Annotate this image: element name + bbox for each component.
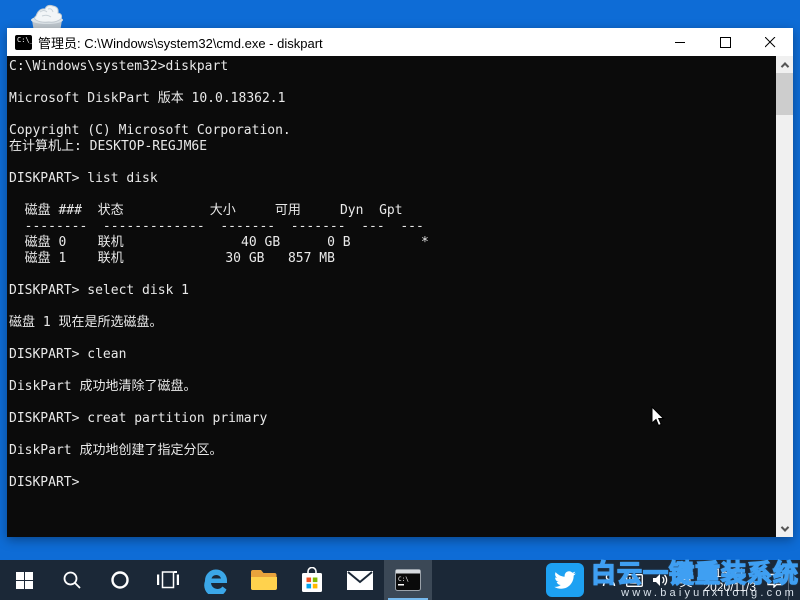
edge-icon [202, 566, 230, 594]
taskbar: C:\ 英 [0, 560, 800, 600]
windows-logo-icon [16, 572, 33, 589]
store-button[interactable] [288, 560, 336, 600]
clock[interactable]: 15:21 2020/11/3 [698, 566, 763, 594]
touch-keyboard-button[interactable] [621, 560, 648, 600]
volume-icon [653, 573, 669, 587]
system-tray: 英 15:21 2020/11/3 [597, 560, 794, 600]
console-line [9, 187, 775, 203]
console-line [9, 395, 775, 411]
console-line [9, 363, 775, 379]
chevron-up-icon [780, 62, 788, 70]
console-line: C:\Windows\system32>diskpart [9, 59, 775, 75]
console-line [9, 75, 775, 91]
maximize-button[interactable] [703, 28, 748, 56]
people-icon [602, 573, 616, 587]
console-scrollbar[interactable] [776, 56, 793, 537]
taskview-button[interactable] [144, 560, 192, 600]
volume-button[interactable] [648, 560, 674, 600]
show-desktop-button[interactable] [788, 560, 794, 600]
console-line [9, 107, 775, 123]
twitter-button[interactable] [546, 563, 584, 597]
console-text: C:\Windows\system32>diskpart Microsoft D… [9, 59, 775, 491]
start-button[interactable] [0, 560, 48, 600]
console-line: 在计算机上: DESKTOP-REGJM6E [9, 139, 775, 155]
cmd-icon: C:\ [395, 569, 421, 591]
console-output[interactable]: C:\Windows\system32>diskpart Microsoft D… [7, 56, 793, 537]
ime-indicator[interactable]: 英 [674, 560, 697, 600]
minimize-button[interactable] [658, 28, 703, 56]
mail-button[interactable] [336, 560, 384, 600]
console-line: Copyright (C) Microsoft Corporation. [9, 123, 775, 139]
close-button[interactable] [748, 28, 793, 56]
action-center-button[interactable] [762, 560, 788, 600]
touch-keyboard-icon [626, 574, 643, 587]
twitter-icon [554, 571, 576, 589]
console-line: 磁盘 1 联机 30 GB 857 MB [9, 251, 775, 267]
console-line: Microsoft DiskPart 版本 10.0.18362.1 [9, 91, 775, 107]
console-line: DISKPART> select disk 1 [9, 283, 775, 299]
console-line: DISKPART> list disk [9, 171, 775, 187]
titlebar[interactable]: C:\_ 管理员: C:\Windows\system32\cmd.exe - … [7, 28, 793, 56]
console-line: DISKPART> clean [9, 347, 775, 363]
clock-time: 15:21 [704, 566, 757, 580]
scroll-up-button[interactable] [776, 56, 793, 73]
console-line: DISKPART> creat partition primary [9, 411, 775, 427]
console-line: DISKPART> [9, 475, 775, 491]
scroll-down-button[interactable] [776, 520, 793, 537]
console-line: 磁盘 ### 状态 大小 可用 Dyn Gpt [9, 203, 775, 219]
svg-text:C:\: C:\ [398, 576, 409, 583]
cmd-window: C:\_ 管理员: C:\Windows\system32\cmd.exe - … [7, 28, 793, 537]
people-button[interactable] [597, 560, 621, 600]
chevron-down-icon [780, 523, 788, 531]
search-button[interactable] [48, 560, 96, 600]
console-line [9, 155, 775, 171]
console-line [9, 459, 775, 475]
store-icon [301, 567, 323, 593]
console-line: -------- ------------- ------- ------- -… [9, 219, 775, 235]
clock-date: 2020/11/3 [704, 580, 757, 594]
console-line [9, 331, 775, 347]
folder-icon [251, 570, 277, 590]
console-line: 磁盘 1 现在是所选磁盘。 [9, 315, 775, 331]
mail-icon [347, 571, 373, 590]
cortana-icon [110, 570, 130, 590]
console-line: DiskPart 成功地清除了磁盘。 [9, 379, 775, 395]
search-icon [62, 570, 82, 590]
taskview-icon [157, 571, 179, 589]
console-line [9, 299, 775, 315]
action-center-icon [767, 573, 783, 588]
console-line [9, 427, 775, 443]
explorer-button[interactable] [240, 560, 288, 600]
window-title: 管理员: C:\Windows\system32\cmd.exe - diskp… [38, 33, 658, 52]
scroll-thumb[interactable] [776, 73, 793, 115]
console-line: 磁盘 0 联机 40 GB 0 B * [9, 235, 775, 251]
edge-button[interactable] [192, 560, 240, 600]
cortana-button[interactable] [96, 560, 144, 600]
cmd-taskbar-button[interactable]: C:\ [384, 560, 432, 600]
console-line: DiskPart 成功地创建了指定分区。 [9, 443, 775, 459]
console-line [9, 267, 775, 283]
cmd-icon: C:\_ [15, 35, 32, 50]
desktop: { "window": { "title": "管理员: C:\\Windows… [0, 0, 800, 600]
